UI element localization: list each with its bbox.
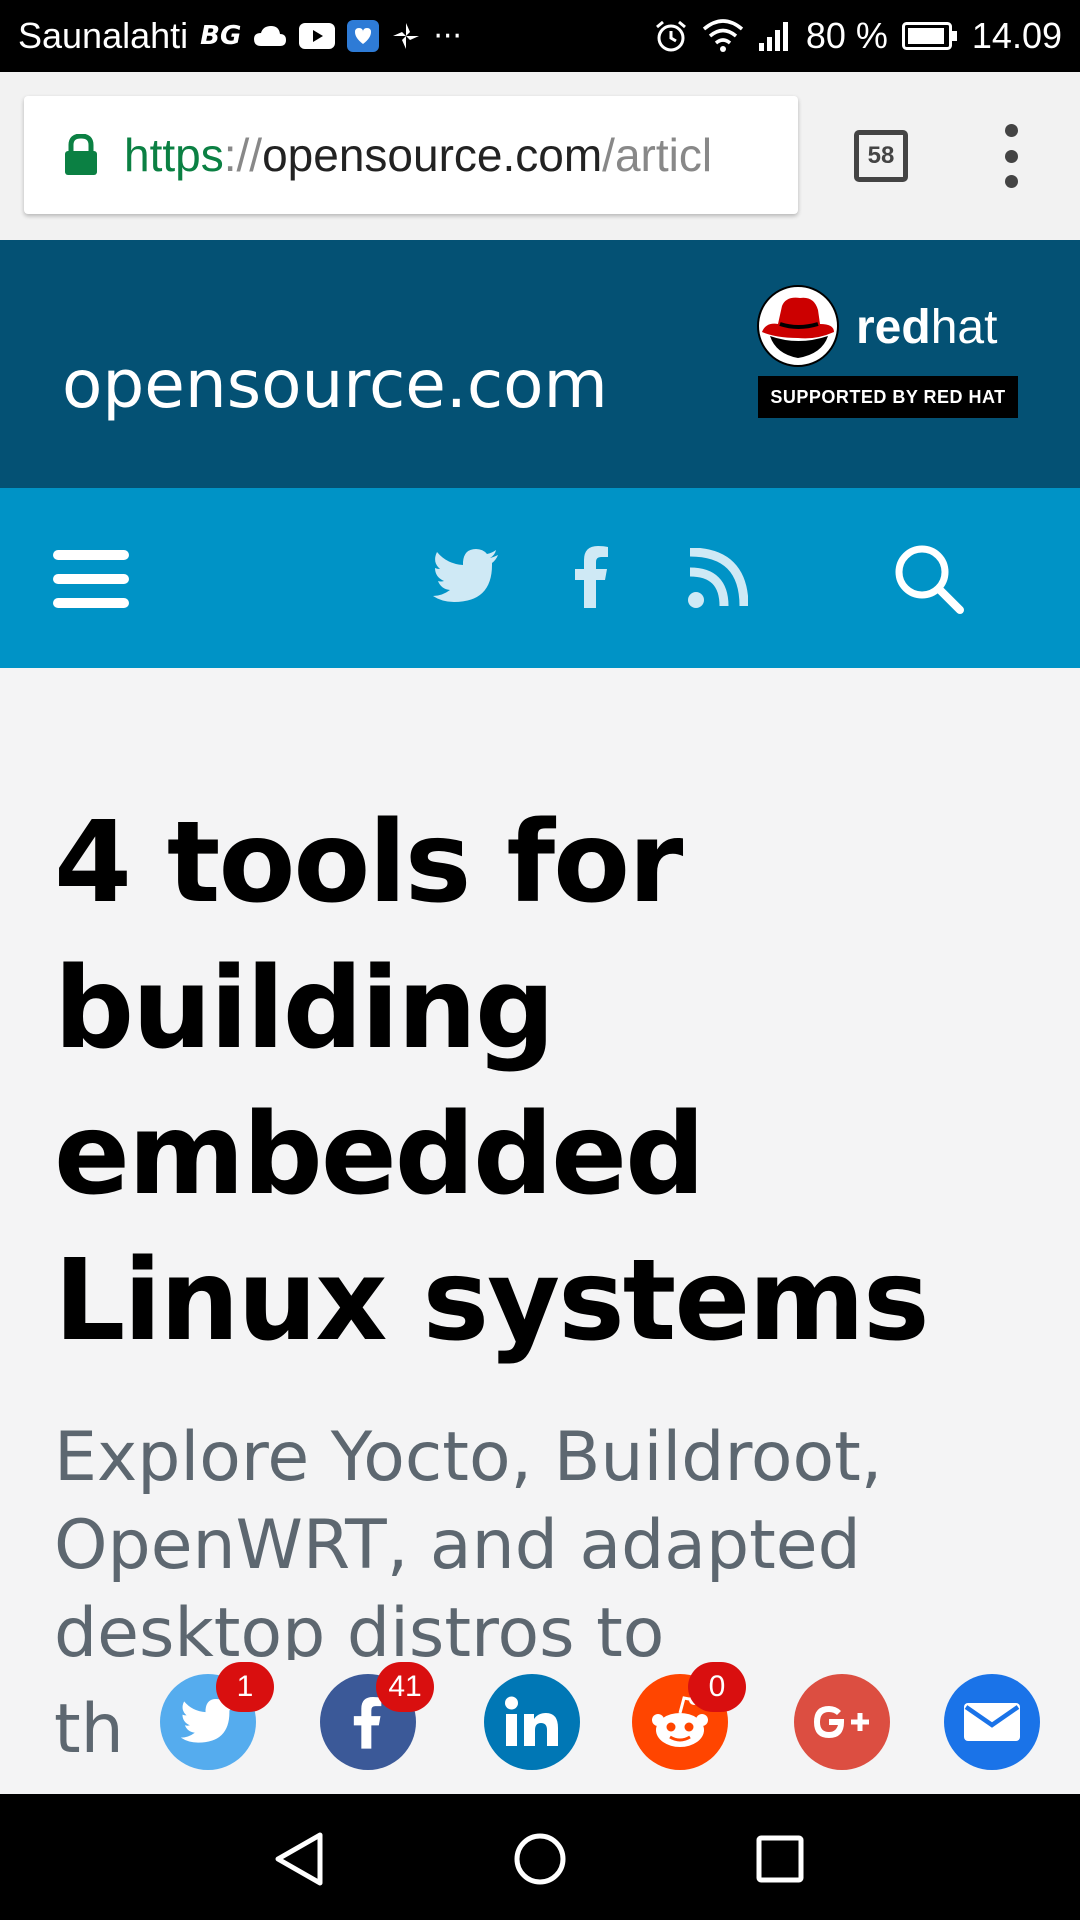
more-notifications: ··· — [433, 18, 462, 54]
site-logo[interactable]: opensource.com — [62, 346, 608, 423]
pinwheel-icon — [391, 21, 421, 51]
twitter-icon[interactable] — [432, 548, 500, 606]
share-email-button[interactable] — [944, 1674, 1040, 1770]
browser-menu-button[interactable] — [996, 124, 1026, 188]
search-icon[interactable] — [894, 544, 966, 616]
battery-icon — [901, 22, 958, 50]
lock-icon — [64, 134, 98, 176]
clock-time: 14.09 — [971, 15, 1062, 56]
android-nav-bar — [0, 1794, 1080, 1920]
wifi-icon — [702, 19, 744, 53]
site-nav — [0, 488, 1080, 668]
carrier-tag: BG — [200, 21, 242, 51]
recents-button[interactable] — [745, 1824, 815, 1894]
share-googleplus-button[interactable] — [794, 1674, 890, 1770]
back-button[interactable] — [264, 1824, 334, 1894]
site-header: opensource.com redhat SUPPORTED BY RED H… — [0, 240, 1080, 488]
browser-toolbar: https://opensource.com/articl 58 — [0, 72, 1080, 240]
facebook-icon[interactable] — [574, 544, 610, 608]
facebook-share-count: 41 — [376, 1662, 434, 1712]
signal-icon — [758, 21, 792, 51]
youtube-icon — [299, 23, 336, 49]
lede-overflow-text: th — [54, 1690, 124, 1769]
reddit-share-count: 0 — [688, 1662, 746, 1712]
redhat-logo-icon — [756, 284, 840, 372]
url-bar[interactable]: https://opensource.com/articl — [24, 96, 798, 214]
url-text: https://opensource.com/articl — [124, 129, 713, 181]
tab-count: 58 — [867, 142, 895, 169]
share-facebook-button[interactable]: 41 — [320, 1662, 434, 1770]
article-title: 4 tools for building embedded Linux syst… — [54, 798, 930, 1366]
share-linkedin-button[interactable] — [484, 1674, 580, 1770]
share-bar: th 1 41 0 — [0, 1660, 1080, 1794]
messenger-icon — [347, 20, 380, 52]
share-reddit-button[interactable]: 0 — [632, 1662, 746, 1770]
battery-percent: 80 % — [805, 15, 888, 56]
redhat-wordmark: redhat — [856, 301, 998, 354]
status-bar: Saunalahti BG ··· 80 % 14.09 — [0, 0, 1080, 72]
share-twitter-button[interactable]: 1 — [160, 1662, 274, 1770]
sponsor-badge: SUPPORTED BY RED HAT — [758, 376, 1018, 418]
hamburger-menu-icon[interactable] — [52, 548, 130, 610]
cloud-icon — [253, 25, 287, 47]
rss-feed-icon[interactable] — [688, 548, 748, 608]
twitter-share-count: 1 — [216, 1662, 274, 1712]
article-header: 4 tools for building embedded Linux syst… — [54, 790, 1034, 1374]
article-lede: Explore Yocto, Buildroot, OpenWRT, and a… — [54, 1418, 883, 1660]
carrier-name: Saunalahti — [18, 15, 189, 56]
home-button[interactable] — [505, 1824, 575, 1894]
tab-switcher-button[interactable]: 58 — [854, 130, 908, 182]
alarm-icon — [654, 19, 688, 53]
